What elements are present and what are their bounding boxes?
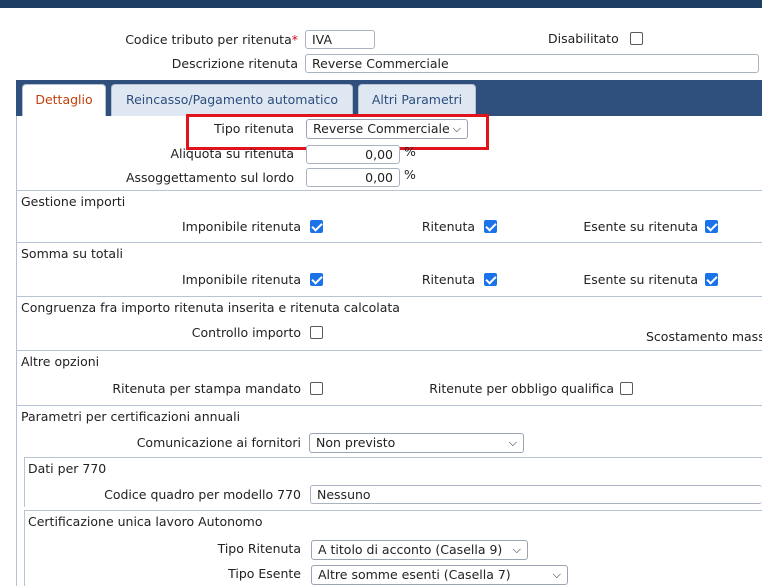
obbligo-qualifica-label: Ritenute per obbligo qualifica [429, 381, 614, 396]
subsection-divider [24, 510, 762, 511]
altre-opzioni-title: Altre opzioni [21, 354, 100, 369]
somma-imponibile-label: Imponibile ritenuta [182, 272, 301, 287]
gestione-ritenuta-label: Ritenuta [421, 219, 475, 234]
comunicazione-select[interactable]: Non previsto ⌵ [309, 433, 524, 453]
gestione-importi-title: Gestione importi [21, 194, 126, 209]
comunicazione-label: Comunicazione ai fornitori [136, 435, 301, 450]
cu-tipo-esente-select[interactable]: Altre somme esenti (Casella 7) ⌵ [311, 565, 568, 585]
somma-esente-label: Esente su ritenuta [583, 272, 698, 287]
descrizione-input[interactable]: Reverse Commerciale [305, 54, 759, 73]
section-divider [16, 405, 762, 406]
gestione-imponibile-label: Imponibile ritenuta [182, 219, 301, 234]
cu-tipo-esente-label: Tipo Esente [228, 566, 301, 581]
aliquota-label: Aliquota su ritenuta [170, 146, 294, 161]
section-divider [16, 190, 762, 191]
assoggettamento-label: Assoggettamento sul lordo [125, 170, 294, 185]
certificazioni-title: Parametri per certificazioni annuali [21, 409, 241, 424]
codice-quadro-input[interactable]: Nessuno [310, 485, 762, 504]
top-bar [0, 0, 762, 8]
aliquota-input[interactable]: 0,00 [306, 145, 400, 164]
section-divider [16, 350, 762, 351]
assoggettamento-unit: % [404, 167, 416, 182]
gestione-esente-label: Esente su ritenuta [583, 219, 698, 234]
section-divider [16, 242, 762, 243]
tab-altri-parametri[interactable]: Altri Parametri [358, 84, 476, 116]
dati-770-title: Dati per 770 [28, 461, 107, 476]
codice-tributo-input[interactable]: IVA [305, 30, 375, 49]
codice-tributo-label: Codice tributo per ritenuta* [125, 32, 298, 47]
disabilitato-checkbox[interactable] [630, 32, 643, 45]
controllo-importo-checkbox[interactable] [310, 326, 323, 339]
tab-reincasso[interactable]: Reincasso/Pagamento automatico [111, 84, 353, 116]
chevron-down-icon: ⌵ [512, 543, 521, 556]
gestione-ritenuta-checkbox[interactable] [484, 220, 497, 233]
gestione-imponibile-checkbox[interactable] [310, 220, 323, 233]
stampa-mandato-label: Ritenuta per stampa mandato [112, 381, 301, 396]
subsection-divider [24, 457, 762, 458]
codice-quadro-label: Codice quadro per modello 770 [104, 487, 301, 502]
scostamento-label: Scostamento mass [646, 329, 762, 344]
gestione-esente-checkbox[interactable] [705, 220, 718, 233]
certificazione-unica-title: Certificazione unica lavoro Autonomo [28, 514, 263, 529]
somma-totali-title: Somma su totali [21, 246, 124, 261]
cu-tipo-ritenuta-select[interactable]: A titolo di acconto (Casella 9) ⌵ [311, 540, 528, 560]
subsection-border [24, 457, 25, 507]
somma-imponibile-checkbox[interactable] [310, 273, 323, 286]
stampa-mandato-checkbox[interactable] [310, 382, 323, 395]
section-divider [16, 296, 762, 297]
controllo-importo-label: Controllo importo [191, 325, 301, 340]
somma-ritenuta-checkbox[interactable] [484, 273, 497, 286]
assoggettamento-input[interactable]: 0,00 [306, 168, 400, 187]
tab-dettaglio[interactable]: Dettaglio [22, 84, 106, 116]
disabilitato-label: Disabilitato [548, 31, 619, 46]
congruenza-title: Congruenza fra importo ritenuta inserita… [21, 300, 400, 315]
somma-ritenuta-label: Ritenuta [421, 272, 475, 287]
obbligo-qualifica-checkbox[interactable] [620, 382, 633, 395]
descrizione-label: Descrizione ritenuta [171, 56, 298, 71]
chevron-down-icon: ⌵ [508, 436, 517, 449]
somma-esente-checkbox[interactable] [705, 273, 718, 286]
cu-tipo-ritenuta-label: Tipo Ritenuta [217, 541, 301, 556]
subsection-border [24, 510, 25, 586]
aliquota-unit: % [404, 144, 416, 159]
chevron-down-icon: ⌵ [552, 568, 561, 581]
